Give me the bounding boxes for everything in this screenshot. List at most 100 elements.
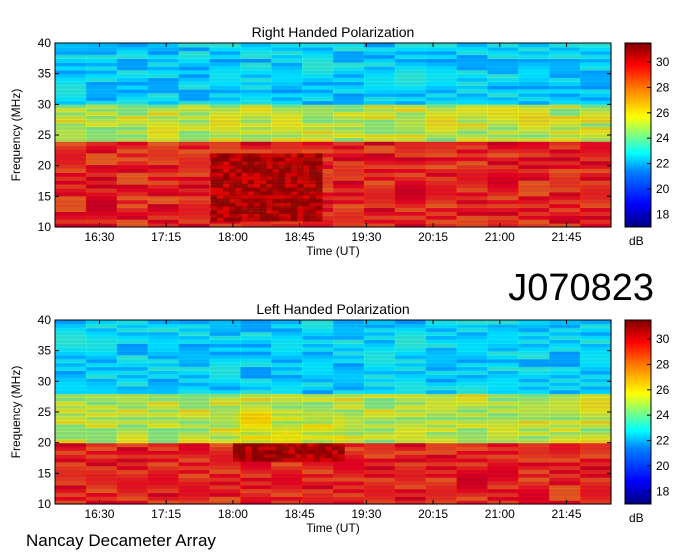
heatmap-cell (85, 184, 118, 189)
heatmap-cell (363, 195, 396, 201)
heatmap-cell (363, 431, 396, 436)
heatmap-cell (55, 496, 87, 501)
heatmap-cell (290, 190, 298, 196)
heatmap-cell (55, 122, 87, 128)
x-tick-label: 18:45 (285, 507, 315, 521)
heatmap-cell (394, 412, 427, 417)
heatmap-cell (333, 327, 365, 333)
heatmap-cell (325, 445, 333, 451)
y-tick-label: 35 (38, 344, 52, 358)
heatmap-cell (394, 184, 427, 189)
heatmap-cell (319, 457, 327, 462)
heatmap-cell (303, 164, 311, 169)
heatmap-cell (263, 445, 271, 451)
heatmap-cell (55, 50, 87, 56)
heatmap-cell (549, 327, 581, 333)
heatmap-cell (116, 62, 149, 67)
heatmap-cell (297, 217, 304, 222)
heatmap-cell (240, 115, 272, 120)
heatmap-cell (271, 92, 303, 98)
heatmap-cell (232, 453, 240, 458)
heatmap-cell (209, 465, 241, 471)
heatmap-cell (290, 205, 298, 211)
heatmap-cell (580, 195, 612, 201)
heatmap-cell (178, 358, 211, 364)
heatmap-cell (178, 381, 211, 387)
source-label: Nancay Decameter Array (26, 531, 216, 550)
heatmap-cell (241, 164, 249, 169)
heatmap-cell (271, 401, 303, 406)
heatmap-cell (55, 416, 87, 421)
heatmap-cell (178, 343, 211, 348)
heatmap-cell (487, 343, 519, 348)
heatmap-cell (363, 423, 396, 429)
heatmap-cell (333, 145, 365, 150)
heatmap-cell (178, 435, 211, 440)
heatmap-cell (284, 190, 292, 196)
heatmap-cell (178, 73, 211, 79)
heatmap-cell (216, 183, 224, 188)
heatmap-cell (425, 423, 458, 429)
heatmap-cell (425, 450, 458, 455)
heatmap-cell (178, 104, 211, 109)
heatmap-cell (363, 66, 396, 71)
heatmap-cell (260, 168, 267, 173)
heatmap-cell (549, 473, 581, 478)
heatmap-cell (240, 420, 272, 425)
heatmap-cell (425, 461, 458, 467)
heatmap-cell (580, 331, 612, 337)
heatmap-cell (487, 465, 519, 471)
heatmap-cell (456, 393, 489, 398)
heatmap-cell (487, 191, 519, 197)
heatmap-cell (487, 389, 519, 395)
heatmap-cell (394, 92, 427, 98)
heatmap-cell (309, 190, 317, 196)
heatmap-cell (209, 126, 241, 131)
heatmap-cell (116, 215, 149, 220)
heatmap-cell (549, 119, 581, 124)
heatmap-cell (178, 46, 211, 52)
heatmap-cell (580, 446, 612, 451)
heatmap-cell (303, 194, 311, 199)
heatmap-cell (425, 404, 458, 410)
heatmap-cell (580, 404, 612, 410)
heatmap-cell (363, 496, 396, 501)
heatmap-cell (456, 92, 489, 98)
heatmap-cell (394, 207, 427, 212)
heatmap-cell (260, 217, 267, 222)
heatmap-cell (518, 401, 550, 406)
heatmap-cell (518, 362, 550, 368)
heatmap-cell (271, 50, 303, 56)
heatmap-cell (456, 104, 489, 109)
heatmap-cell (580, 469, 612, 474)
heatmap-cell (518, 122, 550, 128)
heatmap-cell (302, 492, 334, 497)
heatmap-cell (266, 153, 274, 158)
heatmap-cell (223, 198, 230, 203)
heatmap-cell (116, 148, 149, 154)
heatmap-cell (518, 477, 550, 482)
heatmap-cell (55, 389, 87, 395)
heatmap-cell (240, 331, 272, 337)
heatmap-cell (518, 156, 550, 162)
heatmap-cell (229, 175, 236, 181)
heatmap-cell (319, 445, 327, 451)
heatmap-cell (394, 496, 427, 501)
heatmap-cell (363, 160, 396, 166)
heatmap-cell (116, 446, 149, 451)
heatmap-cell (85, 454, 118, 459)
heatmap-cell (271, 148, 303, 154)
heatmap-cell (333, 378, 365, 383)
heatmap-cell (302, 347, 334, 352)
heatmap-cell (55, 89, 87, 94)
heatmap-cell (240, 122, 272, 128)
heatmap-cell (178, 339, 211, 344)
heatmap-cell (425, 203, 458, 209)
heatmap-cell (241, 175, 249, 181)
heatmap-cell (55, 350, 87, 356)
heatmap-cell (425, 58, 458, 63)
heatmap-cell (518, 408, 550, 414)
heatmap-cell (209, 438, 241, 444)
heatmap-cell (178, 122, 211, 128)
heatmap-cell (333, 389, 365, 395)
